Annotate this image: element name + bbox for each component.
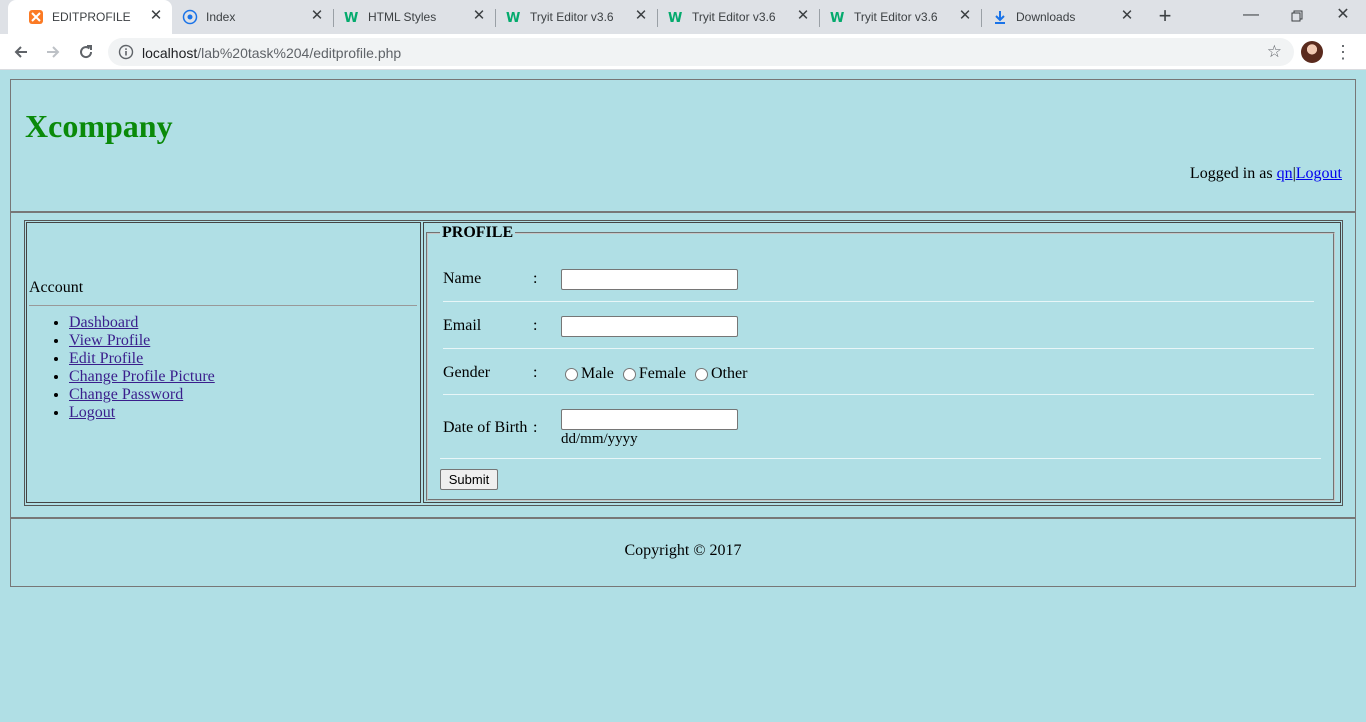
sidebar-item-dashboard: Dashboard — [69, 314, 215, 332]
xampp-icon — [28, 9, 44, 25]
submit-button[interactable]: Submit — [440, 469, 498, 490]
login-status: Logged in as qn|Logout — [1190, 165, 1342, 183]
address-bar[interactable]: localhost/lab%20task%204/editprofile.php… — [108, 38, 1294, 66]
email-label: Email — [443, 317, 482, 334]
tab-title: Tryit Editor v3.6 — [530, 10, 614, 24]
name-colon: : — [533, 270, 538, 287]
back-icon[interactable] — [10, 41, 32, 63]
tab-index[interactable]: Index ✕ — [172, 0, 334, 34]
minimize-icon[interactable]: — — [1228, 4, 1274, 28]
tab-title: Tryit Editor v3.6 — [692, 10, 776, 24]
row-divider — [443, 348, 1314, 349]
edit-profile-link[interactable]: Edit Profile — [69, 350, 143, 367]
row-divider — [443, 301, 1314, 302]
profile-avatar[interactable] — [1301, 41, 1323, 63]
gender-colon: : — [533, 364, 538, 381]
logout-link[interactable]: Logout — [1296, 165, 1342, 182]
w3schools-icon: W — [668, 9, 684, 25]
info-icon[interactable] — [118, 44, 134, 60]
gender-other-radio[interactable] — [694, 367, 708, 381]
page-footer: Copyright © 2017 — [10, 518, 1356, 587]
sidebar-menu: Dashboard View Profile Edit Profile Chan… — [29, 314, 215, 422]
close-tab-icon[interactable]: ✕ — [148, 8, 164, 24]
sidebar: Account Dashboard View Profile Edit Prof… — [26, 222, 421, 503]
email-input[interactable] — [561, 316, 738, 337]
profile-fieldset: PROFILE — [426, 224, 1335, 501]
view-profile-link[interactable]: View Profile — [69, 332, 150, 349]
gender-other-label: Other — [710, 365, 748, 382]
dob-colon: : — [533, 419, 538, 436]
sidebar-item-logout: Logout — [69, 404, 215, 422]
dob-format-hint: dd/mm/yyyy — [561, 431, 638, 447]
menu-icon[interactable]: ⋮ — [1334, 41, 1352, 63]
globe-icon — [182, 9, 198, 25]
w3schools-icon: W — [506, 9, 522, 25]
w3schools-icon: W — [344, 9, 360, 25]
browser-toolbar: localhost/lab%20task%204/editprofile.php… — [0, 34, 1366, 70]
row-divider — [443, 394, 1314, 395]
url-path: /lab%20task%204/editprofile.php — [197, 45, 402, 61]
tab-title: HTML Styles — [368, 10, 437, 24]
name-label: Name — [443, 270, 482, 287]
dob-input[interactable] — [561, 409, 738, 430]
copyright-text: Copyright © 2017 — [624, 542, 742, 559]
tab-title: Index — [206, 10, 236, 24]
tab-title: EDITPROFILE — [52, 10, 131, 24]
email-colon: : — [533, 317, 538, 334]
reload-icon[interactable] — [75, 41, 97, 63]
svg-text:W: W — [344, 11, 358, 25]
browser-tabstrip: EDITPROFILE ✕ Index ✕ W HTML Styles ✕ W … — [0, 0, 1366, 34]
sidebar-item-change-password: Change Password — [69, 386, 215, 404]
page-header: Xcompany Logged in as qn|Logout — [10, 79, 1356, 212]
close-tab-icon[interactable]: ✕ — [309, 8, 325, 24]
close-window-icon[interactable]: ✕ — [1320, 4, 1366, 28]
sidebar-item-view-profile: View Profile — [69, 332, 215, 350]
tab-title: Downloads — [1016, 10, 1076, 24]
url-host: localhost — [142, 45, 198, 61]
close-tab-icon[interactable]: ✕ — [957, 8, 973, 24]
forward-icon[interactable] — [42, 41, 64, 63]
profile-legend: PROFILE — [442, 224, 514, 241]
logged-in-text: Logged in as — [1189, 165, 1277, 182]
change-password-link[interactable]: Change Password — [69, 386, 183, 403]
gender-female-radio[interactable] — [622, 367, 636, 381]
sidebar-item-edit-profile: Edit Profile — [69, 350, 215, 368]
tab-tryit-1[interactable]: W Tryit Editor v3.6 ✕ — [496, 0, 658, 34]
name-input[interactable] — [561, 269, 738, 290]
new-tab-icon[interactable]: + — [1154, 5, 1176, 28]
bookmark-star-icon[interactable]: ☆ — [1267, 42, 1282, 62]
svg-text:W: W — [830, 11, 844, 25]
dob-label: Date of Birth — [443, 419, 528, 436]
tab-downloads[interactable]: Downloads ✕ — [982, 0, 1142, 34]
sidebar-logout-link[interactable]: Logout — [69, 404, 115, 421]
download-icon — [992, 9, 1008, 25]
tab-tryit-2[interactable]: W Tryit Editor v3.6 ✕ — [658, 0, 820, 34]
tab-editprofile[interactable]: EDITPROFILE ✕ — [8, 0, 172, 34]
svg-text:W: W — [506, 11, 520, 25]
gender-female-label: Female — [638, 365, 686, 382]
change-profile-picture-link[interactable]: Change Profile Picture — [69, 368, 215, 385]
sidebar-divider — [29, 305, 417, 306]
site-logo: Xcompany — [25, 108, 173, 144]
svg-text:W: W — [668, 11, 682, 25]
gender-male-radio[interactable] — [565, 367, 578, 381]
username-link[interactable]: qn — [1277, 165, 1293, 182]
sidebar-item-change-picture: Change Profile Picture — [69, 368, 215, 386]
dashboard-link[interactable]: Dashboard — [69, 314, 138, 331]
tab-tryit-3[interactable]: W Tryit Editor v3.6 ✕ — [820, 0, 982, 34]
close-tab-icon[interactable]: ✕ — [795, 8, 811, 24]
gender-radio-group: Male Female Other — [565, 365, 756, 383]
w3schools-icon: W — [830, 9, 846, 25]
gender-label: Gender — [443, 364, 491, 381]
row-divider — [440, 458, 1321, 459]
close-tab-icon[interactable]: ✕ — [471, 8, 487, 24]
close-tab-icon[interactable]: ✕ — [1119, 8, 1135, 24]
gender-male-label: Male — [581, 365, 614, 382]
restore-icon[interactable] — [1274, 4, 1320, 28]
tab-html-styles[interactable]: W HTML Styles ✕ — [334, 0, 496, 34]
sidebar-heading: Account — [29, 279, 84, 296]
url-text: localhost/lab%20task%204/editprofile.php — [142, 45, 401, 61]
tab-title: Tryit Editor v3.6 — [854, 10, 938, 24]
close-tab-icon[interactable]: ✕ — [633, 8, 649, 24]
